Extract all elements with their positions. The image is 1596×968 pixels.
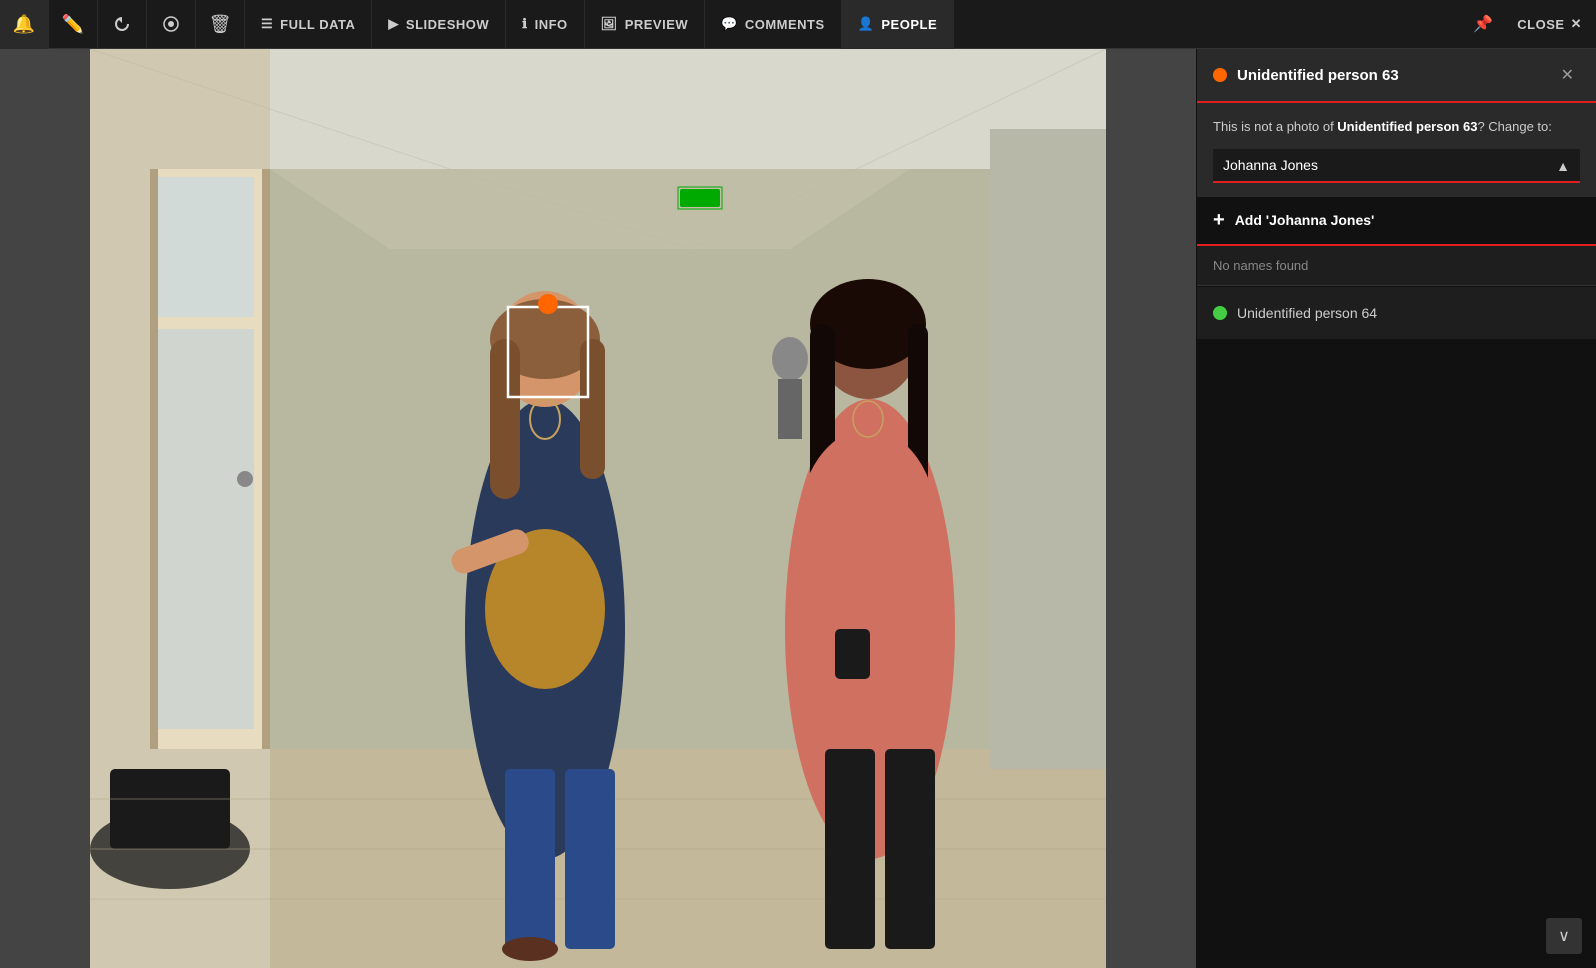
person1-dot — [1213, 68, 1227, 82]
name-search-input[interactable] — [1213, 149, 1580, 183]
slideshow-icon: ▶ — [388, 16, 399, 32]
person1-header: Unidentified person 63 ✕ — [1197, 49, 1596, 103]
close-x-icon: ✕ — [1571, 16, 1582, 32]
add-icon: + — [1213, 209, 1225, 232]
person1-change-section: This is not a photo of Unidentified pers… — [1197, 103, 1596, 197]
scroll-down-btn[interactable]: ∨ — [1546, 918, 1582, 954]
bottom-spacer: ∨ — [1197, 340, 1596, 968]
history-icon[interactable] — [98, 0, 147, 49]
bell-icon[interactable]: 🔔 — [0, 0, 49, 49]
preview-btn[interactable]: 🖼 PREVIEW — [585, 0, 705, 49]
person1-close-btn[interactable]: ✕ — [1555, 63, 1580, 87]
close-button[interactable]: CLOSE ✕ — [1503, 0, 1596, 49]
slideshow-btn[interactable]: ▶ SLIDESHOW — [372, 0, 506, 49]
chevron-up-icon[interactable]: ▲ — [1556, 158, 1570, 174]
comments-btn[interactable]: 💬 COMMENTS — [705, 0, 842, 49]
add-person-btn[interactable]: + Add 'Johanna Jones' — [1197, 197, 1596, 246]
main-content: Unidentified person 63 ✕ This is not a p… — [0, 49, 1596, 968]
toolbar: 🔔 ✏️ 🗑 ☰ FULL DATA ▶ SLIDESHOW ℹ INFO 🖼 … — [0, 0, 1596, 49]
person1-card: Unidentified person 63 ✕ This is not a p… — [1197, 49, 1596, 287]
people-btn[interactable]: 👤 PEOPLE — [842, 0, 954, 49]
comments-icon: 💬 — [721, 16, 738, 32]
trash-icon[interactable]: 🗑 — [196, 0, 245, 49]
person1-change-text: This is not a photo of Unidentified pers… — [1213, 117, 1580, 137]
people-icon: 👤 — [858, 16, 875, 32]
person2-dot — [1213, 306, 1227, 320]
chevron-down-icon: ∨ — [1558, 926, 1570, 946]
full-data-btn[interactable]: ☰ FULL DATA — [245, 0, 372, 49]
preview-icon: 🖼 — [601, 16, 618, 32]
right-panel: Unidentified person 63 ✕ This is not a p… — [1196, 49, 1596, 968]
full-data-icon: ☰ — [261, 16, 273, 32]
person1-name: Unidentified person 63 — [1237, 67, 1545, 84]
info-btn[interactable]: ℹ INFO — [506, 0, 585, 49]
info-icon: ℹ — [522, 16, 527, 32]
pencil-icon[interactable]: ✏️ — [49, 0, 98, 49]
image-panel — [0, 49, 1196, 968]
no-names-text: No names found — [1197, 246, 1596, 286]
person2-card[interactable]: Unidentified person 64 — [1197, 287, 1596, 340]
tag-icon[interactable] — [147, 0, 196, 49]
pin-icon[interactable]: 📌 — [1463, 0, 1503, 49]
person2-name: Unidentified person 64 — [1237, 305, 1580, 321]
name-input-row: ▲ — [1213, 149, 1580, 183]
